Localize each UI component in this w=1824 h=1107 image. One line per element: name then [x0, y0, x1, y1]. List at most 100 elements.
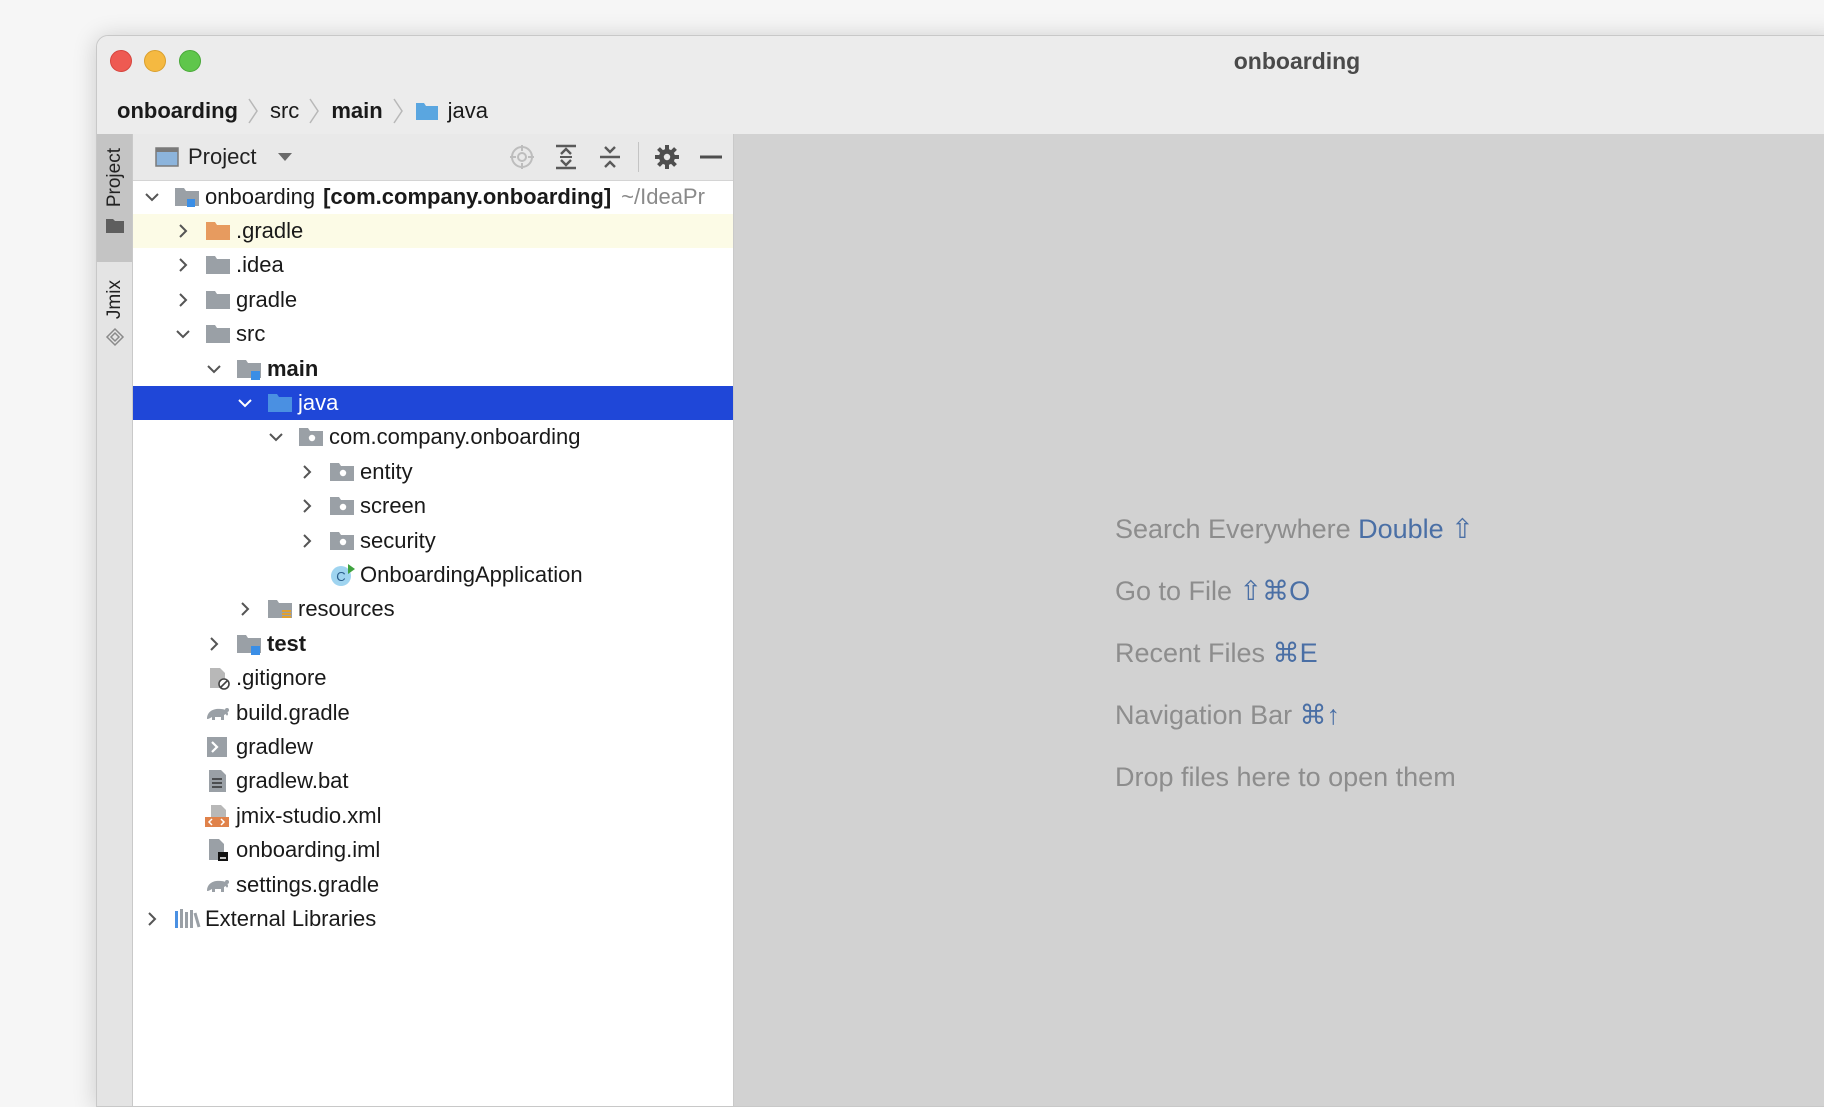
hint-shortcut: ⌘E: [1265, 638, 1318, 668]
editor-hint: Recent Files ⌘E: [1115, 638, 1318, 669]
tree-item-label: onboarding.iml: [236, 837, 381, 862]
breadcrumb-item-src[interactable]: src: [270, 98, 299, 124]
project-view-label: Project: [188, 144, 257, 169]
hide-panel-button[interactable]: [689, 134, 733, 180]
tree-row[interactable]: java: [133, 386, 733, 420]
package-icon: [328, 529, 356, 553]
expand-all-button[interactable]: [544, 134, 588, 180]
chevron-right-icon[interactable]: [143, 910, 161, 928]
breadcrumb-item-java[interactable]: java: [448, 98, 488, 124]
chevron-right-icon[interactable]: [236, 600, 254, 618]
chevron-right-icon[interactable]: [174, 256, 192, 274]
libraries-icon: [173, 907, 201, 931]
tree-row[interactable]: onboarding.iml: [133, 833, 733, 867]
tree-row[interactable]: .idea: [133, 248, 733, 282]
tree-row[interactable]: C OnboardingApplication: [133, 558, 733, 592]
chevron-down-icon[interactable]: [205, 360, 223, 378]
close-button[interactable]: [110, 50, 132, 72]
project-panel: Project onboarding [com.company.onboardi…: [133, 134, 734, 1106]
package-icon: [328, 460, 356, 484]
tree-row[interactable]: main: [133, 352, 733, 386]
gradle-file-icon: [204, 701, 232, 725]
editor-hint: Drop files here to open them: [1115, 762, 1456, 793]
tree-item-label: src: [236, 321, 266, 346]
hint-action: Search Everywhere: [1115, 514, 1351, 544]
tree-row[interactable]: gradlew: [133, 730, 733, 764]
chevron-down-icon[interactable]: [267, 428, 285, 446]
collapse-all-button[interactable]: [588, 134, 632, 180]
breadcrumb-item-onboarding[interactable]: onboarding: [117, 98, 238, 124]
breadcrumb-item-main[interactable]: main: [331, 98, 382, 124]
tree-row[interactable]: onboarding [com.company.onboarding] ~/Idea…: [133, 180, 733, 214]
source-root-folder-icon: [235, 357, 263, 381]
tree-item-label: .idea: [236, 252, 284, 277]
excluded-folder-icon: [204, 219, 232, 243]
chevron-right-icon[interactable]: [174, 222, 192, 240]
breadcrumb: onboarding src main java: [117, 96, 488, 126]
module-name: [com.company.onboarding]: [323, 184, 612, 209]
tree-row[interactable]: jmix-studio.xml: [133, 799, 733, 833]
project-panel-tools: [500, 134, 733, 180]
tree-row[interactable]: gradlew.bat: [133, 764, 733, 798]
tree-row[interactable]: src: [133, 317, 733, 351]
hint-action: Recent Files: [1115, 638, 1266, 668]
chevron-right-icon[interactable]: [298, 532, 316, 550]
source-folder-icon: [415, 103, 438, 120]
minimize-button[interactable]: [144, 50, 166, 72]
chevron-right-icon[interactable]: [174, 291, 192, 309]
tree-row[interactable]: test: [133, 627, 733, 661]
tree-row[interactable]: resources: [133, 592, 733, 626]
tree-row[interactable]: .gradle: [133, 214, 733, 248]
title-bar: onboarding: [97, 36, 1824, 86]
zoom-button[interactable]: [179, 50, 201, 72]
breadcrumb-separator-icon: [309, 98, 320, 124]
text-file-icon: [204, 769, 232, 793]
tree-item-label: .gitignore: [236, 665, 327, 690]
tree-row[interactable]: settings.gradle: [133, 868, 733, 902]
project-view-icon: [155, 147, 179, 167]
chevron-right-icon[interactable]: [205, 635, 223, 653]
tree-item-label: OnboardingApplication: [360, 562, 583, 587]
jmix-tool-tab-label: Jmix: [103, 280, 125, 320]
project-tool-tab[interactable]: Project: [97, 134, 132, 262]
chevron-down-icon[interactable]: [236, 394, 254, 412]
jmix-tool-tab[interactable]: Jmix: [97, 266, 132, 376]
project-view-selector[interactable]: Project: [155, 144, 294, 170]
tree-row[interactable]: build.gradle: [133, 696, 733, 730]
breadcrumb-separator-icon: [248, 98, 258, 124]
editor-empty-area[interactable]: Search Everywhere Double ⇧ Go to File ⇧⌘O…: [734, 134, 1824, 1106]
tree-item-label: java: [298, 390, 339, 415]
tree-item-label: screen: [360, 493, 427, 518]
chevron-down-icon[interactable]: [143, 188, 161, 206]
breadcrumb-separator-icon: [393, 98, 403, 124]
toolbar-separator: [638, 142, 639, 172]
tree-item-label: gradle: [236, 287, 298, 312]
hint-shortcut: ⌘↑: [1292, 700, 1341, 730]
tree-row[interactable]: .gitignore: [133, 661, 733, 695]
project-panel-header: Project: [133, 134, 733, 181]
tree-row[interactable]: gradle: [133, 283, 733, 317]
chevron-right-icon[interactable]: [298, 497, 316, 515]
locate-button[interactable]: [500, 134, 544, 180]
tree-row[interactable]: entity: [133, 455, 733, 489]
folder-icon: [204, 288, 232, 312]
editor-hint: Navigation Bar ⌘↑: [1115, 700, 1340, 731]
chevron-right-icon[interactable]: [298, 463, 316, 481]
tree-row[interactable]: com.company.onboarding: [133, 420, 733, 454]
package-icon: [328, 494, 356, 518]
shell-script-icon: [204, 735, 232, 759]
settings-button[interactable]: [645, 134, 689, 180]
tree-row[interactable]: screen: [133, 489, 733, 523]
project-tree: onboarding [com.company.onboarding] ~/Idea…: [133, 180, 733, 1106]
tree-item-label: entity: [360, 459, 413, 484]
chevron-down-icon[interactable]: [174, 325, 192, 343]
tree-row[interactable]: security: [133, 524, 733, 558]
tree-item-label: main: [267, 356, 319, 381]
tree-row[interactable]: External Libraries: [133, 902, 733, 936]
tree-item-label: .gradle: [236, 218, 304, 243]
